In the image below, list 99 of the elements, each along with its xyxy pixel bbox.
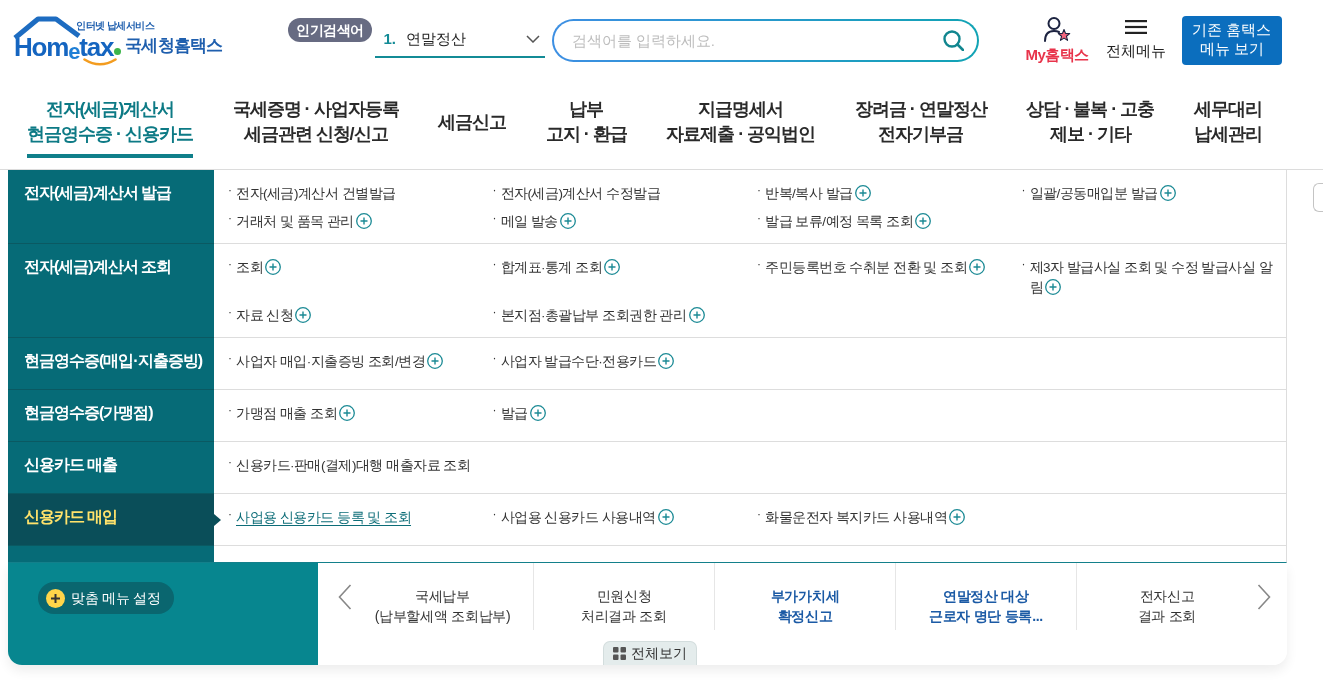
list-bullet: · [492,404,497,417]
list-bullet: · [757,258,762,271]
plus-circle-icon[interactable] [915,213,931,229]
list-bullet: · [228,404,233,417]
list-bullet: · [228,184,233,197]
nav-tab[interactable]: 세금신고 [438,97,507,158]
plus-circle-icon[interactable] [559,213,576,229]
menu-category[interactable]: 전자(세금)계산서 발급 [8,170,214,244]
list-bullet: · [1021,184,1026,197]
nav-tab[interactable]: 지급명세서 자료제출 · 공익법인 [666,97,816,158]
list-bullet: · [757,212,762,225]
list-bullet: · [228,352,233,365]
menu-link[interactable]: 화물운전자 복지카드 사용내역 [765,508,965,528]
plus-circle-icon[interactable] [529,405,546,421]
plus-circle-icon[interactable] [265,259,281,275]
menu-link[interactable]: 발급 [500,404,546,424]
menu-category[interactable]: 현금영수증(가맹점) [8,390,214,442]
menu-link[interactable]: 신용카드·판매(결제)대행 매출자료 조회 [236,456,471,476]
nav-tab[interactable]: 세무대리 납세관리 [1193,97,1262,158]
search-field[interactable]: 검색어를 입력하세요. [551,18,979,62]
logo-wordmark: Hom$_{e}$tax [14,32,114,62]
list-bullet: · [228,306,233,319]
list-bullet: · [492,184,497,197]
list-bullet: · [492,212,497,225]
quick-menu-item[interactable]: 민원신청 처리결과 조회 [533,563,714,630]
list-bullet: · [757,508,762,521]
quick-menu-item[interactable]: 국세납부 (납부할세액 조회납부) [352,563,533,630]
search-icon[interactable] [942,29,964,51]
menu-link[interactable]: 일괄/공동매입분 발급 [1029,184,1176,204]
my-hometax-link[interactable]: My홈택스 [1025,15,1089,65]
nav-tab[interactable]: 납부 고지 · 환급 [545,97,627,158]
menu-link[interactable]: 발급 보류/예정 목록 조회 [765,212,931,232]
menu-link[interactable]: 사업용 신용카드 사용내역 [500,508,674,528]
plus-circle-icon[interactable] [969,259,985,275]
menu-link[interactable]: 주민등록번호 수취분 전환 및 조회 [765,258,985,278]
nav-tab[interactable]: 전자(세금)계산서 현금영수증 · 신용카드 [27,97,193,158]
legacy-menu-button[interactable]: 기존 홈택스 메뉴 보기 [1181,15,1282,65]
chevron-left-icon[interactable] [338,583,352,610]
pointer-arrow-icon [214,514,221,526]
list-bullet: · [228,212,233,225]
menu-link[interactable]: 반복/복사 발급 [765,184,871,204]
menu-link[interactable]: 사업자 발급수단·전용카드 [500,352,675,372]
plus-circle-icon[interactable] [355,213,372,229]
plus-circle-icon[interactable] [1159,185,1176,201]
list-bullet: · [228,456,233,469]
swoosh-icon [83,58,117,66]
nav-tab[interactable]: 국세증명 · 사업자등록 세금관련 신청/신고 [232,97,399,158]
list-bullet: · [757,184,762,197]
plus-circle-icon[interactable] [688,307,705,323]
list-bullet: · [228,508,233,521]
quick-menu-item[interactable]: 전자신고 결과 조회 [1076,563,1257,630]
menu-link[interactable]: 전자(세금)계산서 수정발급 [500,184,661,204]
plus-circle-icon [46,588,65,608]
person-star-icon [1043,15,1072,42]
logo-tagline: 인터넷 납세서비스 [76,20,155,31]
plus-circle-icon[interactable] [295,307,312,323]
menu-link[interactable]: 본지점·총괄납부 조회권한 관리 [500,306,705,326]
list-bullet: · [492,306,497,319]
quick-menu-item[interactable]: 부가가치세 확정신고 [714,563,895,630]
menu-link[interactable]: 메일 발송 [500,212,576,232]
plus-circle-icon[interactable] [854,185,871,201]
view-all-tab[interactable]: 전체보기 [603,641,697,665]
menu-link[interactable]: 가맹점 매출 조회 [236,404,355,424]
menu-link[interactable]: 자료 신청 [236,306,312,326]
plus-circle-icon[interactable] [1045,279,1061,295]
chevron-right-icon[interactable] [1257,583,1271,610]
list-bullet: · [1021,258,1026,271]
menu-link[interactable]: 거래처 및 품목 관리 [236,212,372,232]
menu-category[interactable]: 현금영수증(매입·지출증빙) [8,338,214,390]
menu-link[interactable]: 사업자 매입·지출증빙 조회/변경 [236,352,444,372]
menu-icon [1124,19,1147,34]
plus-circle-icon[interactable] [604,259,621,275]
menu-link[interactable]: 합계표·통계 조회 [500,258,621,278]
grid-icon [613,647,626,660]
plus-circle-icon[interactable] [658,353,675,369]
popular-term-select[interactable]: 1. 연말정산 [374,22,545,58]
nav-tab[interactable]: 장려금 · 연말정산 전자기부금 [854,97,987,158]
custom-menu-button[interactable]: 맞춤 메뉴 설정 [38,582,175,614]
logo-title: 국세청홈택스 [125,36,223,56]
list-bullet: · [492,352,497,365]
list-bullet: · [228,258,233,271]
menu-category[interactable]: 전자(세금)계산서 조회 [8,244,214,338]
menu-link[interactable]: 조회 [236,258,281,278]
chevron-down-icon[interactable] [525,35,540,43]
nav-tab[interactable]: 상담 · 불복 · 고충 제보 · 기타 [1026,97,1155,158]
plus-circle-icon[interactable] [427,353,444,369]
plus-circle-icon[interactable] [657,509,674,525]
plus-circle-icon[interactable] [339,405,355,421]
quick-menu-item[interactable]: 연말정산 대상 근로자 명단 등록... [895,563,1076,630]
dot-icon [114,48,122,55]
menu-link[interactable]: 사업용 신용카드 등록 및 조회 [236,508,411,528]
popular-search-label: 인기검색어 [288,18,372,42]
menu-link[interactable]: 전자(세금)계산서 건별발급 [236,184,396,204]
all-menu-link[interactable]: 전체메뉴 [1105,19,1166,61]
menu-link[interactable]: 제3자 발급사실 조회 및 수정 발급사실 알림 [1029,258,1274,298]
plus-circle-icon[interactable] [949,509,965,525]
menu-category[interactable]: 신용카드 매입 [8,494,214,546]
list-bullet: · [492,258,497,271]
list-bullet: · [492,508,497,521]
